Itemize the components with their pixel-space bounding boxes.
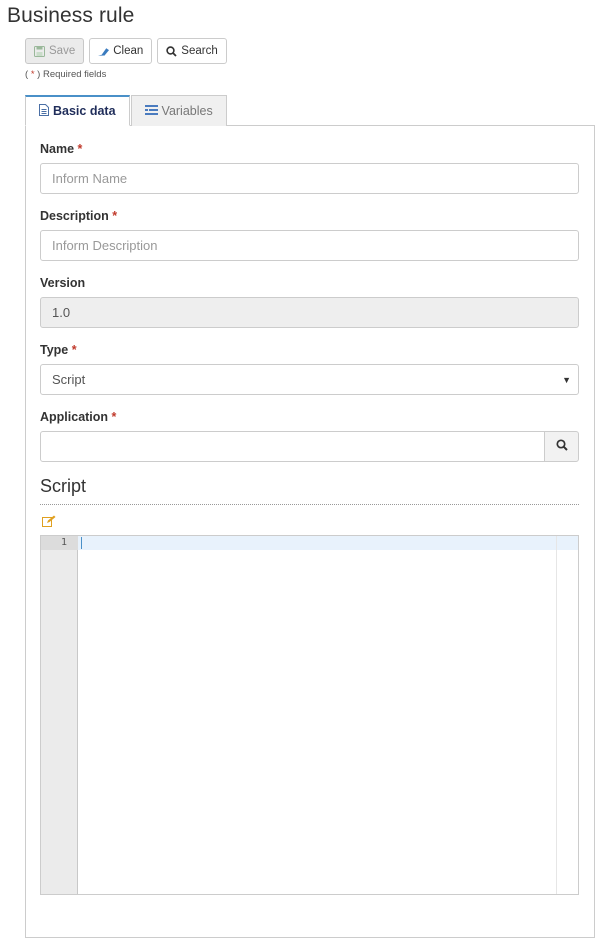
tab-bar: Basic data Variables: [25, 95, 228, 126]
name-required-star: *: [77, 142, 83, 156]
type-selected-value: Script: [52, 372, 86, 387]
save-button-label: Save: [49, 45, 76, 57]
editor-gutter: [41, 536, 78, 894]
description-required-star: *: [112, 209, 118, 223]
script-section-title: Script: [40, 476, 87, 496]
version-label-text: Version: [40, 276, 86, 290]
name-placeholder: Inform Name: [52, 171, 128, 186]
description-placeholder: Inform Description: [52, 238, 158, 253]
type-label-text: Type: [40, 343, 69, 357]
type-select[interactable]: Script ▼: [40, 364, 579, 395]
name-input[interactable]: Inform Name: [40, 163, 579, 194]
active-line-highlight: [78, 536, 578, 550]
caret-down-icon: ▼: [562, 375, 571, 385]
search-button[interactable]: Search: [157, 38, 227, 64]
page-title: Business rule: [7, 4, 135, 27]
search-icon: [166, 45, 177, 57]
list-icon: [144, 104, 158, 118]
line-number: 1: [41, 536, 78, 550]
version-field: 1.0: [40, 297, 579, 328]
floppy-disk-icon: [34, 45, 45, 57]
application-search-button[interactable]: [544, 431, 579, 462]
script-editor[interactable]: 1: [40, 535, 579, 895]
application-input[interactable]: [40, 431, 545, 462]
description-label: Description *: [40, 209, 117, 223]
save-button[interactable]: Save: [25, 38, 85, 64]
clean-button[interactable]: Clean: [89, 38, 153, 64]
document-icon: [39, 103, 49, 119]
type-required-star: *: [71, 343, 77, 357]
toolbar: Save Clean Search: [25, 38, 227, 64]
edit-icon[interactable]: [42, 515, 56, 528]
search-button-label: Search: [181, 45, 218, 57]
tab-basic-data[interactable]: Basic data: [25, 95, 130, 126]
text-cursor: [81, 537, 82, 549]
section-divider: [40, 504, 579, 505]
type-label: Type *: [40, 343, 77, 357]
name-label-text: Name: [40, 142, 75, 156]
tab-basic-data-label: Basic data: [53, 104, 116, 118]
version-label: Version: [40, 276, 85, 290]
application-label: Application *: [40, 410, 116, 424]
version-value: 1.0: [52, 305, 71, 320]
application-label-text: Application: [40, 410, 109, 424]
tab-variables[interactable]: Variables: [130, 95, 227, 126]
required-note-text: ) Required fields: [34, 69, 107, 80]
name-label: Name *: [40, 142, 82, 156]
search-icon: [555, 438, 568, 456]
description-label-text: Description: [40, 209, 109, 223]
tab-variables-label: Variables: [161, 104, 213, 118]
print-margin: [556, 536, 557, 894]
required-fields-note: ( * ) Required fields: [25, 69, 106, 80]
description-input[interactable]: Inform Description: [40, 230, 579, 261]
application-required-star: *: [111, 410, 117, 424]
eraser-icon: [98, 46, 110, 57]
clean-button-label: Clean: [113, 45, 144, 57]
